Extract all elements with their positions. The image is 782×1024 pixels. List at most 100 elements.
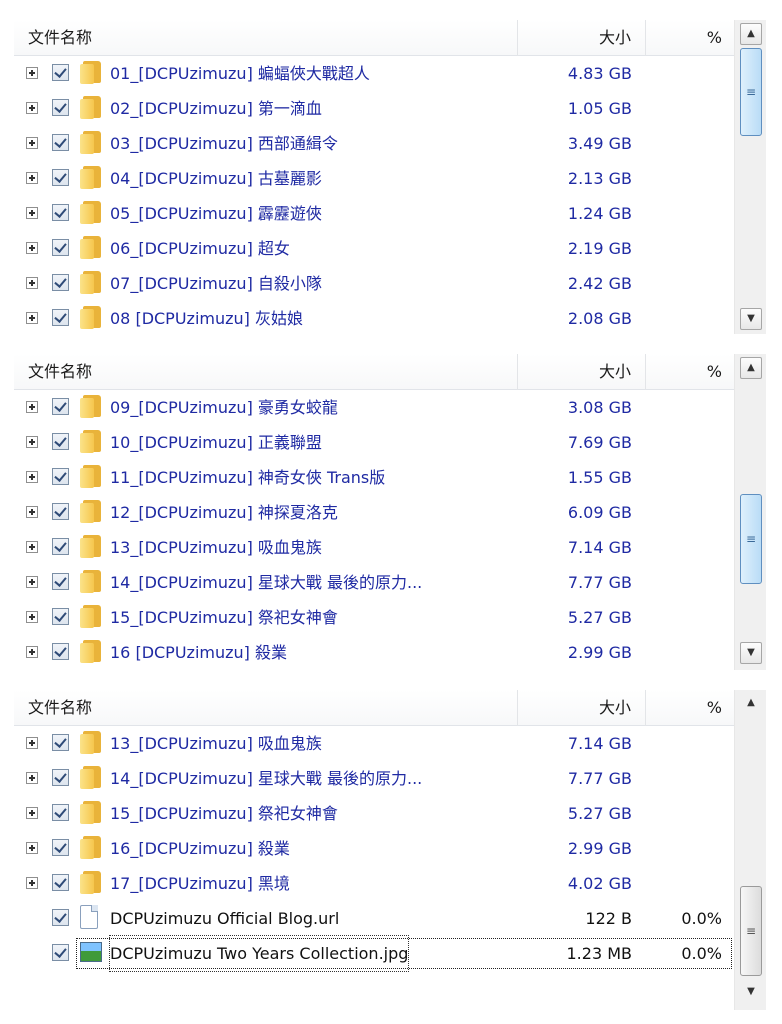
folder-icon xyxy=(80,800,102,824)
scroll-up-icon[interactable]: ▲ xyxy=(740,693,762,715)
checkbox[interactable] xyxy=(52,839,69,856)
name-column-header[interactable]: 文件名称 xyxy=(14,354,518,390)
checkbox[interactable] xyxy=(52,204,69,221)
table-row[interactable]: DCPUzimuzu Two Years Collection.jpg 1.23 … xyxy=(14,935,734,972)
table-row[interactable]: 03_[DCPUzimuzu] 西部通緝令 3.49 GB xyxy=(14,126,734,161)
table-row[interactable]: 16 [DCPUzimuzu] 殺業 2.99 GB xyxy=(14,635,734,670)
scroll-thumb[interactable] xyxy=(740,886,762,976)
scroll-down-icon[interactable]: ▼ xyxy=(740,308,762,330)
name-column-header[interactable]: 文件名称 xyxy=(14,20,518,56)
file-list-panel-2: 文件名称 大小 % 09_[DCPUzimuzu] 豪勇女蛟龍 3.08 GB 1… xyxy=(14,354,766,670)
vertical-scrollbar[interactable]: ▲ ▼ xyxy=(734,354,766,670)
checkbox[interactable] xyxy=(52,433,69,450)
percent-column-header[interactable]: % xyxy=(646,20,734,56)
checkbox[interactable] xyxy=(52,309,69,326)
table-row[interactable]: 12_[DCPUzimuzu] 神探夏洛克 6.09 GB xyxy=(14,495,734,530)
checkbox[interactable] xyxy=(52,468,69,485)
file-size: 5.27 GB xyxy=(567,608,632,627)
expand-icon[interactable] xyxy=(26,312,38,324)
checkbox[interactable] xyxy=(52,874,69,891)
scroll-up-icon[interactable]: ▲ xyxy=(740,357,762,379)
expand-icon[interactable] xyxy=(26,277,38,289)
name-column-header[interactable]: 文件名称 xyxy=(14,690,518,726)
checkbox[interactable] xyxy=(52,769,69,786)
table-row[interactable]: 01_[DCPUzimuzu] 蝙蝠俠大戰超人 4.83 GB xyxy=(14,56,734,91)
checkbox[interactable] xyxy=(52,274,69,291)
table-row[interactable]: 02_[DCPUzimuzu] 第一滴血 1.05 GB xyxy=(14,91,734,126)
table-row[interactable]: 14_[DCPUzimuzu] 星球大戰 最後的原力... 7.77 GB xyxy=(14,761,734,796)
table-row[interactable]: 11_[DCPUzimuzu] 神奇女俠 Trans版 1.55 GB xyxy=(14,460,734,495)
table-row[interactable]: 10_[DCPUzimuzu] 正義聯盟 7.69 GB xyxy=(14,425,734,460)
checkbox[interactable] xyxy=(52,538,69,555)
expand-icon[interactable] xyxy=(26,576,38,588)
url-file-icon xyxy=(80,905,98,929)
percent-column-header[interactable]: % xyxy=(646,690,734,726)
checkbox[interactable] xyxy=(52,804,69,821)
table-row[interactable]: 17_[DCPUzimuzu] 黑境 4.02 GB xyxy=(14,866,734,901)
expand-icon[interactable] xyxy=(26,737,38,749)
expand-icon[interactable] xyxy=(26,646,38,658)
expand-icon[interactable] xyxy=(26,102,38,114)
table-row[interactable]: DCPUzimuzu Official Blog.url 122 B 0.0% xyxy=(14,901,734,936)
table-row[interactable]: 04_[DCPUzimuzu] 古墓麗影 2.13 GB xyxy=(14,161,734,196)
expand-icon[interactable] xyxy=(26,67,38,79)
table-row[interactable]: 15_[DCPUzimuzu] 祭祀女神會 5.27 GB xyxy=(14,600,734,635)
table-row[interactable]: 14_[DCPUzimuzu] 星球大戰 最後的原力... 7.77 GB xyxy=(14,565,734,600)
expand-icon[interactable] xyxy=(26,207,38,219)
expand-icon[interactable] xyxy=(26,842,38,854)
file-list-panel-1: 文件名称 大小 % 01_[DCPUzimuzu] 蝙蝠俠大戰超人 4.83 GB… xyxy=(14,20,766,334)
checkbox[interactable] xyxy=(52,909,69,926)
expand-icon[interactable] xyxy=(26,611,38,623)
checkbox[interactable] xyxy=(52,64,69,81)
checkbox[interactable] xyxy=(52,99,69,116)
vertical-scrollbar[interactable]: ▲ ▼ xyxy=(734,690,766,1010)
table-row[interactable]: 15_[DCPUzimuzu] 祭祀女神會 5.27 GB xyxy=(14,796,734,831)
checkbox[interactable] xyxy=(52,503,69,520)
folder-icon xyxy=(80,235,102,259)
table-row[interactable]: 06_[DCPUzimuzu] 超女 2.19 GB xyxy=(14,231,734,266)
percent-column-header[interactable]: % xyxy=(646,354,734,390)
table-row[interactable]: 05_[DCPUzimuzu] 霹靂遊俠 1.24 GB xyxy=(14,196,734,231)
checkbox[interactable] xyxy=(52,134,69,151)
checkbox[interactable] xyxy=(52,944,69,961)
expand-icon[interactable] xyxy=(26,877,38,889)
checkbox[interactable] xyxy=(52,398,69,415)
checkbox[interactable] xyxy=(52,608,69,625)
expand-icon[interactable] xyxy=(26,436,38,448)
checkbox[interactable] xyxy=(52,573,69,590)
checkbox[interactable] xyxy=(52,734,69,751)
table-row[interactable]: 16_[DCPUzimuzu] 殺業 2.99 GB xyxy=(14,831,734,866)
table-row[interactable]: 13_[DCPUzimuzu] 吸血鬼族 7.14 GB xyxy=(14,530,734,565)
scroll-thumb[interactable] xyxy=(740,48,762,136)
expand-icon[interactable] xyxy=(26,772,38,784)
table-row[interactable]: 13_[DCPUzimuzu] 吸血鬼族 7.14 GB xyxy=(14,726,734,761)
table-row[interactable]: 09_[DCPUzimuzu] 豪勇女蛟龍 3.08 GB xyxy=(14,390,734,425)
table-row[interactable]: 07_[DCPUzimuzu] 自殺小隊 2.42 GB xyxy=(14,266,734,301)
expand-icon[interactable] xyxy=(26,471,38,483)
table-row[interactable]: 08 [DCPUzimuzu] 灰姑娘 2.08 GB xyxy=(14,301,734,334)
scroll-up-icon[interactable]: ▲ xyxy=(740,23,762,45)
expand-icon[interactable] xyxy=(26,807,38,819)
expand-icon[interactable] xyxy=(26,137,38,149)
expand-icon[interactable] xyxy=(26,401,38,413)
scroll-down-icon[interactable]: ▼ xyxy=(740,642,762,664)
file-name: 04_[DCPUzimuzu] 古墓麗影 xyxy=(110,169,322,188)
checkbox[interactable] xyxy=(52,239,69,256)
expand-icon[interactable] xyxy=(26,506,38,518)
size-column-header[interactable]: 大小 xyxy=(518,690,646,726)
file-name: 02_[DCPUzimuzu] 第一滴血 xyxy=(110,99,322,118)
expand-icon[interactable] xyxy=(26,541,38,553)
scroll-down-icon[interactable]: ▼ xyxy=(740,982,762,1004)
size-column-header[interactable]: 大小 xyxy=(518,20,646,56)
file-percent: 0.0% xyxy=(681,909,722,928)
scroll-thumb[interactable] xyxy=(740,494,762,584)
expand-icon[interactable] xyxy=(26,172,38,184)
vertical-scrollbar[interactable]: ▲ ▼ xyxy=(734,20,766,334)
file-name: 08 [DCPUzimuzu] 灰姑娘 xyxy=(110,309,303,328)
expand-icon[interactable] xyxy=(26,242,38,254)
file-name: 10_[DCPUzimuzu] 正義聯盟 xyxy=(110,433,322,452)
checkbox[interactable] xyxy=(52,169,69,186)
size-column-header[interactable]: 大小 xyxy=(518,354,646,390)
checkbox[interactable] xyxy=(52,643,69,660)
file-size: 7.14 GB xyxy=(567,734,632,753)
